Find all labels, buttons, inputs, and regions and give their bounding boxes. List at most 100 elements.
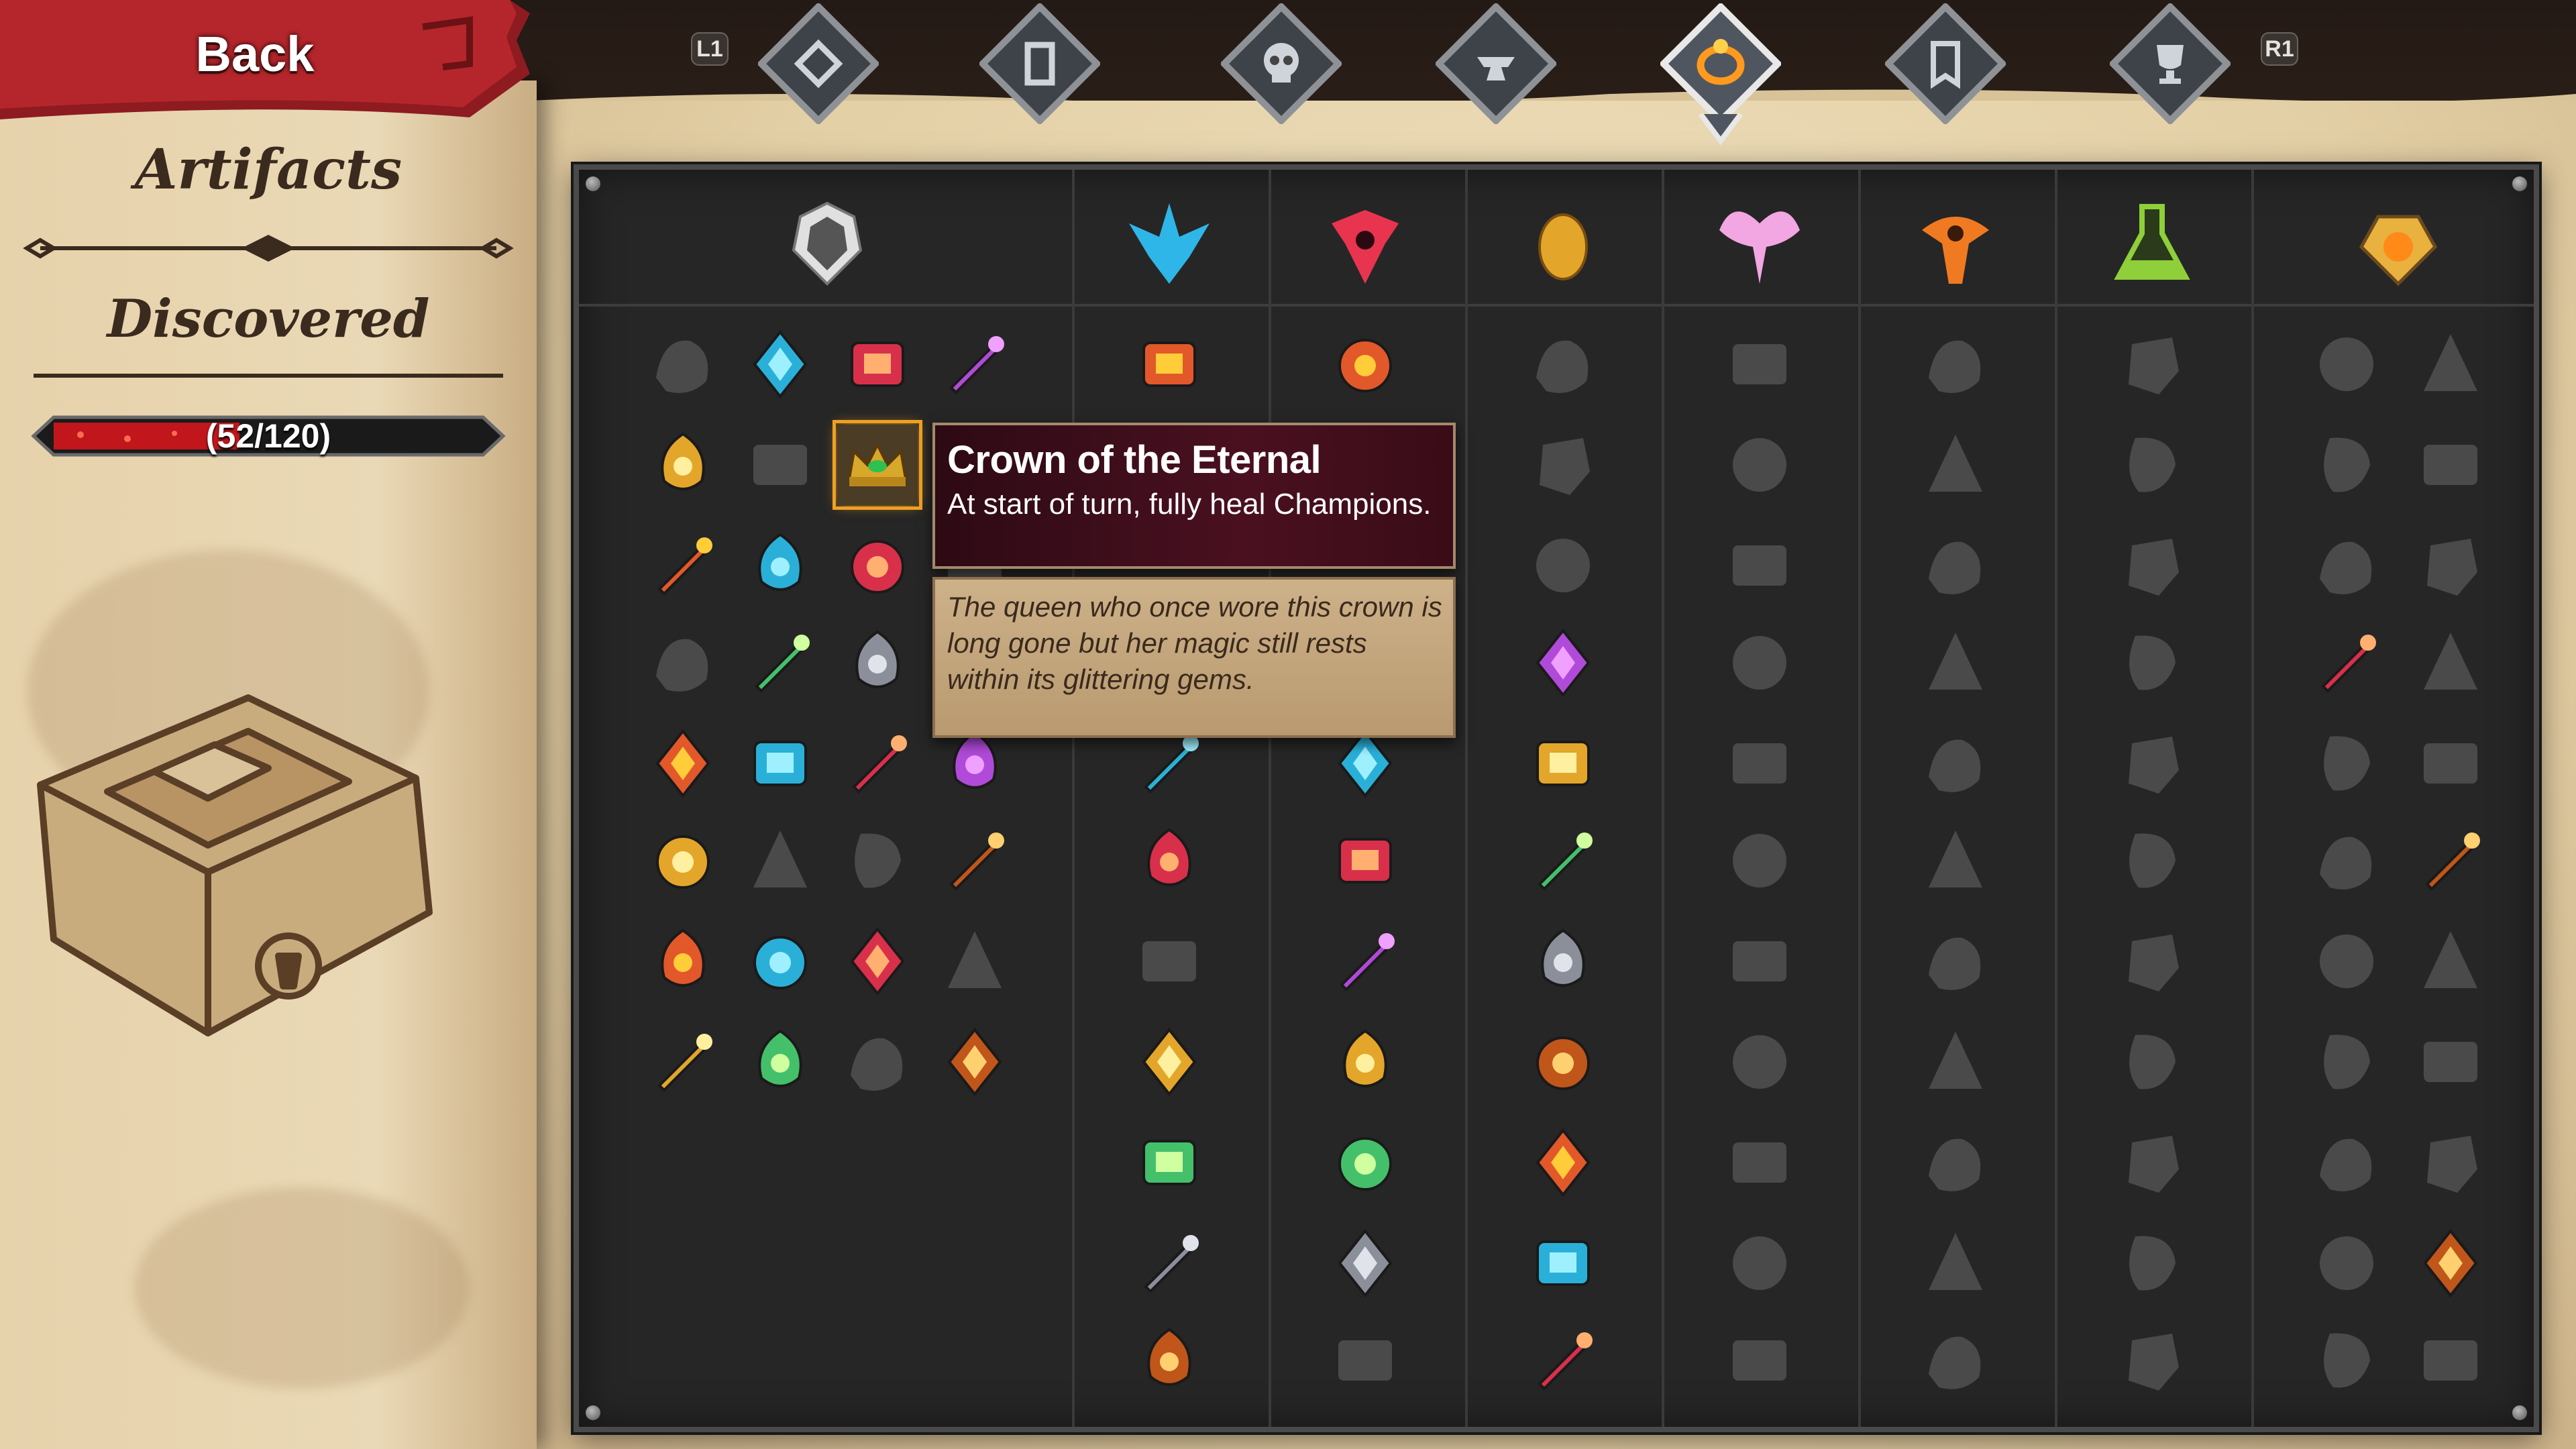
artifact-slot[interactable] xyxy=(837,623,918,703)
column-header-orange-eye-crest[interactable] xyxy=(1909,197,2002,290)
undiscovered-artifact-slot[interactable] xyxy=(2306,1223,2387,1303)
undiscovered-artifact-slot[interactable] xyxy=(1719,1022,1800,1102)
undiscovered-artifact-slot[interactable] xyxy=(740,425,820,505)
column-header-golden-egg[interactable] xyxy=(1516,197,1610,290)
undiscovered-artifact-slot[interactable] xyxy=(2112,723,2192,804)
undiscovered-artifact-slot[interactable] xyxy=(2306,1022,2387,1102)
artifact-slot[interactable] xyxy=(1523,921,1603,1002)
selected-artifact-crown[interactable] xyxy=(833,420,922,510)
undiscovered-artifact-slot[interactable] xyxy=(2410,1122,2491,1203)
right-shoulder-button[interactable]: R1 xyxy=(2261,32,2298,66)
artifact-slot[interactable] xyxy=(1129,324,1210,405)
artifact-slot[interactable] xyxy=(2306,623,2387,703)
undiscovered-artifact-slot[interactable] xyxy=(1915,324,1996,405)
column-header-green-flask[interactable] xyxy=(2105,197,2199,290)
artifact-slot[interactable] xyxy=(1523,1223,1603,1303)
artifact-slot[interactable] xyxy=(643,723,723,804)
artifact-slot[interactable] xyxy=(1325,324,1405,405)
undiscovered-artifact-slot[interactable] xyxy=(2410,525,2491,606)
undiscovered-artifact-slot[interactable] xyxy=(2306,324,2387,405)
undiscovered-artifact-slot[interactable] xyxy=(2410,623,2491,703)
artifact-slot[interactable] xyxy=(740,723,820,804)
undiscovered-artifact-slot[interactable] xyxy=(2112,1122,2192,1203)
artifact-slot[interactable] xyxy=(643,921,723,1002)
artifact-slot[interactable] xyxy=(934,820,1015,901)
undiscovered-artifact-slot[interactable] xyxy=(2306,1320,2387,1401)
artifact-slot[interactable] xyxy=(643,525,723,606)
undiscovered-artifact-slot[interactable] xyxy=(1523,324,1603,405)
undiscovered-artifact-slot[interactable] xyxy=(2112,820,2192,901)
undiscovered-artifact-slot[interactable] xyxy=(1523,425,1603,505)
undiscovered-artifact-slot[interactable] xyxy=(1719,1320,1800,1401)
artifact-slot[interactable] xyxy=(1325,1022,1405,1102)
artifact-slot[interactable] xyxy=(1325,820,1405,901)
artifact-slot[interactable] xyxy=(740,324,820,405)
undiscovered-artifact-slot[interactable] xyxy=(2410,723,2491,804)
undiscovered-artifact-slot[interactable] xyxy=(837,1022,918,1102)
undiscovered-artifact-slot[interactable] xyxy=(1915,921,1996,1002)
artifact-slot[interactable] xyxy=(1129,1223,1210,1303)
undiscovered-artifact-slot[interactable] xyxy=(1719,820,1800,901)
undiscovered-artifact-slot[interactable] xyxy=(934,921,1015,1002)
undiscovered-artifact-slot[interactable] xyxy=(2306,820,2387,901)
artifact-slot[interactable] xyxy=(837,723,918,804)
column-header-pink-winged-crest[interactable] xyxy=(1713,197,1807,290)
undiscovered-artifact-slot[interactable] xyxy=(1129,921,1210,1002)
tab-ring[interactable] xyxy=(1660,3,1781,146)
artifact-slot[interactable] xyxy=(837,324,918,405)
undiscovered-artifact-slot[interactable] xyxy=(1719,1223,1800,1303)
artifact-slot[interactable] xyxy=(837,525,918,606)
artifact-slot[interactable] xyxy=(740,921,820,1002)
undiscovered-artifact-slot[interactable] xyxy=(2112,525,2192,606)
artifact-slot[interactable] xyxy=(1129,820,1210,901)
artifact-slot[interactable] xyxy=(934,1022,1015,1102)
artifact-slot[interactable] xyxy=(1129,1320,1210,1401)
undiscovered-artifact-slot[interactable] xyxy=(1719,921,1800,1002)
undiscovered-artifact-slot[interactable] xyxy=(1325,1320,1405,1401)
artifact-slot[interactable] xyxy=(1523,723,1603,804)
undiscovered-artifact-slot[interactable] xyxy=(2112,623,2192,703)
artifact-slot[interactable] xyxy=(1325,1223,1405,1303)
undiscovered-artifact-slot[interactable] xyxy=(1719,623,1800,703)
artifact-slot[interactable] xyxy=(1523,1122,1603,1203)
tab-banner[interactable] xyxy=(1885,3,2006,124)
undiscovered-artifact-slot[interactable] xyxy=(1719,723,1800,804)
tab-trophy[interactable] xyxy=(2110,3,2231,124)
undiscovered-artifact-slot[interactable] xyxy=(643,324,723,405)
undiscovered-artifact-slot[interactable] xyxy=(1523,525,1603,606)
tab-diamond[interactable] xyxy=(758,3,879,124)
tab-skull[interactable] xyxy=(1221,3,1342,124)
artifact-slot[interactable] xyxy=(643,820,723,901)
undiscovered-artifact-slot[interactable] xyxy=(2306,525,2387,606)
undiscovered-artifact-slot[interactable] xyxy=(1915,425,1996,505)
undiscovered-artifact-slot[interactable] xyxy=(1915,1223,1996,1303)
undiscovered-artifact-slot[interactable] xyxy=(2410,921,2491,1002)
undiscovered-artifact-slot[interactable] xyxy=(2112,1022,2192,1102)
undiscovered-artifact-slot[interactable] xyxy=(1915,1320,1996,1401)
undiscovered-artifact-slot[interactable] xyxy=(1915,820,1996,901)
undiscovered-artifact-slot[interactable] xyxy=(2410,1320,2491,1401)
undiscovered-artifact-slot[interactable] xyxy=(740,820,820,901)
undiscovered-artifact-slot[interactable] xyxy=(2410,425,2491,505)
artifact-slot[interactable] xyxy=(740,623,820,703)
undiscovered-artifact-slot[interactable] xyxy=(2306,921,2387,1002)
undiscovered-artifact-slot[interactable] xyxy=(1719,1122,1800,1203)
undiscovered-artifact-slot[interactable] xyxy=(1915,525,1996,606)
artifact-slot[interactable] xyxy=(1129,1022,1210,1102)
artifact-slot[interactable] xyxy=(2410,1223,2491,1303)
artifact-slot[interactable] xyxy=(1129,1122,1210,1203)
column-header-amber-gem[interactable] xyxy=(2351,197,2445,290)
undiscovered-artifact-slot[interactable] xyxy=(2306,723,2387,804)
artifact-slot[interactable] xyxy=(837,921,918,1002)
tab-card[interactable] xyxy=(979,3,1100,124)
artifact-slot[interactable] xyxy=(1325,1122,1405,1203)
undiscovered-artifact-slot[interactable] xyxy=(2112,425,2192,505)
column-header-blue-faction-crest[interactable] xyxy=(1122,197,1216,290)
artifact-slot[interactable] xyxy=(740,525,820,606)
artifact-slot[interactable] xyxy=(1523,1320,1603,1401)
undiscovered-artifact-slot[interactable] xyxy=(2306,1122,2387,1203)
undiscovered-artifact-slot[interactable] xyxy=(2410,1022,2491,1102)
left-shoulder-button[interactable]: L1 xyxy=(691,32,729,66)
column-header-red-faction-crest[interactable] xyxy=(1318,197,1412,290)
undiscovered-artifact-slot[interactable] xyxy=(2112,324,2192,405)
